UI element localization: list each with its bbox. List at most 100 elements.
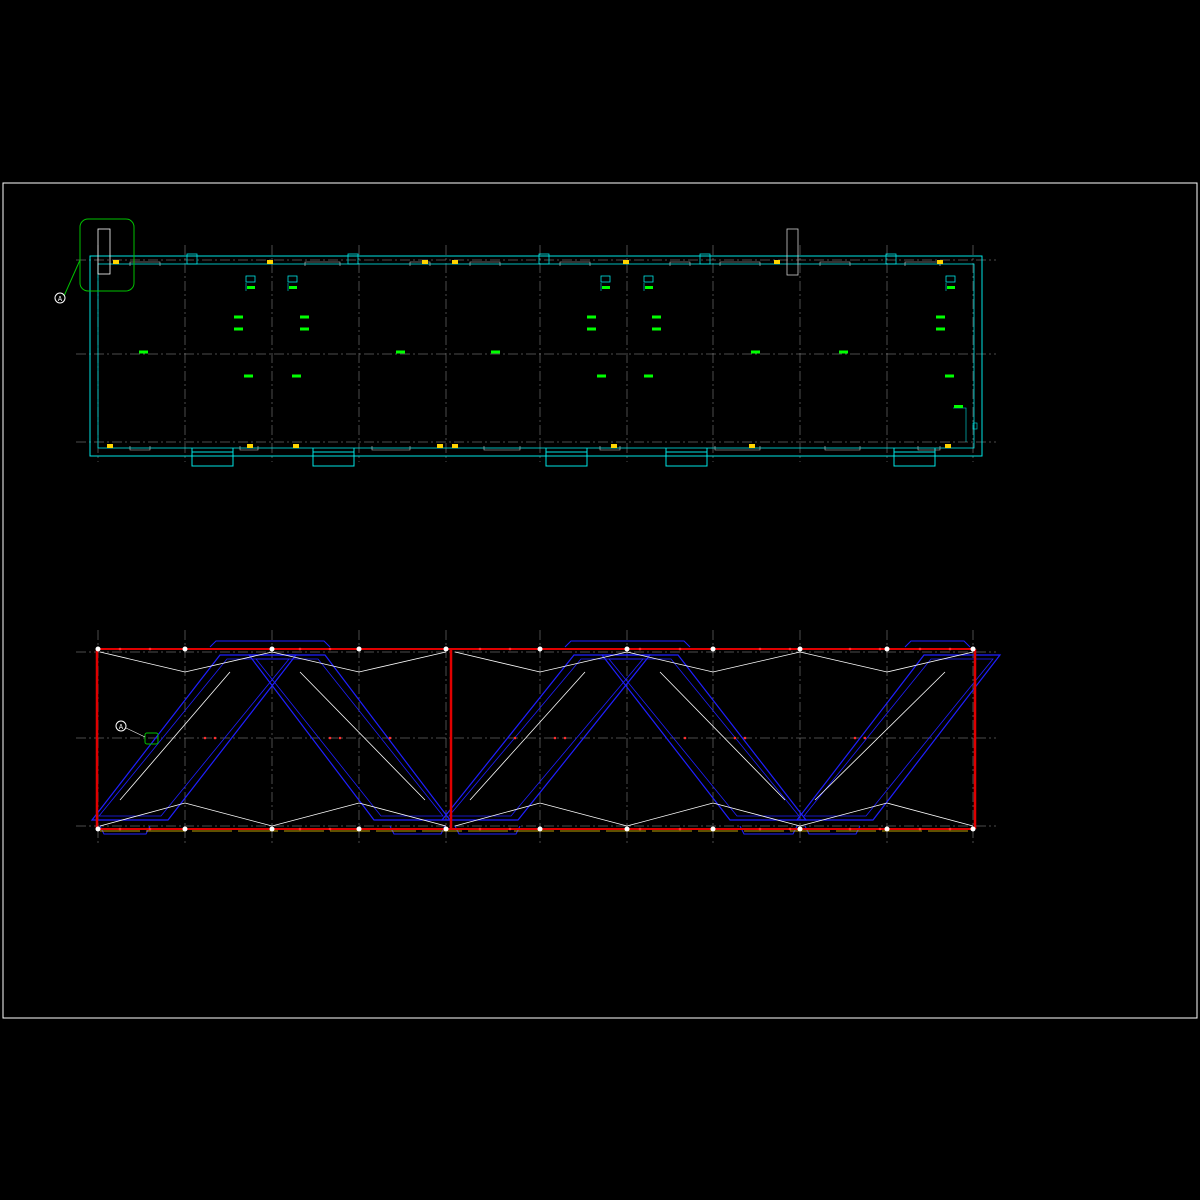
marker-tick xyxy=(937,260,943,264)
column-node xyxy=(624,646,630,652)
column-node xyxy=(884,826,890,832)
marker-tick xyxy=(611,444,617,448)
room-label xyxy=(652,327,661,331)
column-node xyxy=(269,646,275,652)
marker-tick xyxy=(107,444,113,448)
room-label xyxy=(839,350,848,354)
column-node xyxy=(443,646,449,652)
column-node xyxy=(443,826,449,832)
beam-dot xyxy=(638,827,642,831)
marker-tick xyxy=(774,260,780,264)
room-label xyxy=(936,315,945,319)
marker-tick xyxy=(452,444,458,448)
beam-dot xyxy=(478,827,482,831)
beam-dot xyxy=(328,827,332,831)
room-label xyxy=(644,374,653,378)
beam-dot xyxy=(513,736,517,740)
column-node xyxy=(710,646,716,652)
column-node xyxy=(95,646,101,652)
beam-dot xyxy=(788,647,792,651)
column-node xyxy=(797,826,803,832)
sheet-background xyxy=(0,0,1200,1200)
marker-tick xyxy=(452,260,458,264)
room-label xyxy=(936,327,945,331)
beam-dot xyxy=(848,647,852,651)
beam-dot xyxy=(878,827,882,831)
beam-dot xyxy=(683,736,687,740)
room-label xyxy=(234,315,243,319)
room-tag-text xyxy=(947,286,955,289)
column-node xyxy=(269,826,275,832)
beam-dot xyxy=(118,647,122,651)
beam-dot xyxy=(508,647,512,651)
column-node xyxy=(710,826,716,832)
beam-dot xyxy=(553,736,557,740)
room-tag-text xyxy=(645,286,653,289)
beam-dot xyxy=(328,647,332,651)
column-node xyxy=(182,646,188,652)
beam-dot xyxy=(148,647,152,651)
room-label xyxy=(491,350,500,354)
beam-dot xyxy=(678,827,682,831)
beam-dot xyxy=(853,736,857,740)
beam-dot xyxy=(338,736,342,740)
column-node xyxy=(970,646,976,652)
marker-tick xyxy=(267,260,273,264)
column-node xyxy=(797,646,803,652)
column-node xyxy=(537,826,543,832)
beam-dot xyxy=(638,647,642,651)
beam-dot xyxy=(298,647,302,651)
marker-tick xyxy=(293,444,299,448)
beam-dot xyxy=(918,647,922,651)
column-node xyxy=(624,826,630,832)
marker-tick xyxy=(113,260,119,264)
marker-tick xyxy=(945,444,951,448)
column-node xyxy=(537,646,543,652)
marker-tick xyxy=(749,444,755,448)
beam-dot xyxy=(478,647,482,651)
column-node xyxy=(356,646,362,652)
room-tag-text xyxy=(289,286,297,289)
column-node xyxy=(356,826,362,832)
room-label xyxy=(587,315,596,319)
beam-dot xyxy=(743,736,747,740)
beam-dot xyxy=(328,736,332,740)
column-node xyxy=(182,826,188,832)
beam-dot xyxy=(298,827,302,831)
beam-dot xyxy=(863,736,867,740)
beam-dot xyxy=(678,647,682,651)
beam-dot xyxy=(948,647,952,651)
beam-dot xyxy=(203,736,207,740)
beam-dot xyxy=(213,736,217,740)
beam-dot xyxy=(148,827,152,831)
room-tag-text xyxy=(247,286,255,289)
room-label xyxy=(300,327,309,331)
room-label xyxy=(139,350,148,354)
beam-dot xyxy=(848,827,852,831)
room-label xyxy=(234,327,243,331)
room-label xyxy=(292,374,301,378)
room-label xyxy=(587,327,596,331)
room-label xyxy=(652,315,661,319)
beam-dot xyxy=(508,827,512,831)
marker-tick xyxy=(247,444,253,448)
room-label xyxy=(300,315,309,319)
beam-dot xyxy=(118,827,122,831)
beam-dot xyxy=(878,647,882,651)
cad-drawing-canvas: A A xyxy=(0,0,1200,1200)
room-label xyxy=(751,350,760,354)
beam-dot xyxy=(918,827,922,831)
marker-tick xyxy=(623,260,629,264)
room-label xyxy=(954,405,963,408)
column-node xyxy=(970,826,976,832)
beam-dot xyxy=(788,827,792,831)
room-label xyxy=(396,350,405,354)
room-label xyxy=(244,374,253,378)
beam-dot xyxy=(758,647,762,651)
room-label xyxy=(597,374,606,378)
column-node xyxy=(884,646,890,652)
beam-dot xyxy=(733,736,737,740)
room-tag-text xyxy=(602,286,610,289)
marker-tick xyxy=(437,444,443,448)
beam-dot xyxy=(563,736,567,740)
